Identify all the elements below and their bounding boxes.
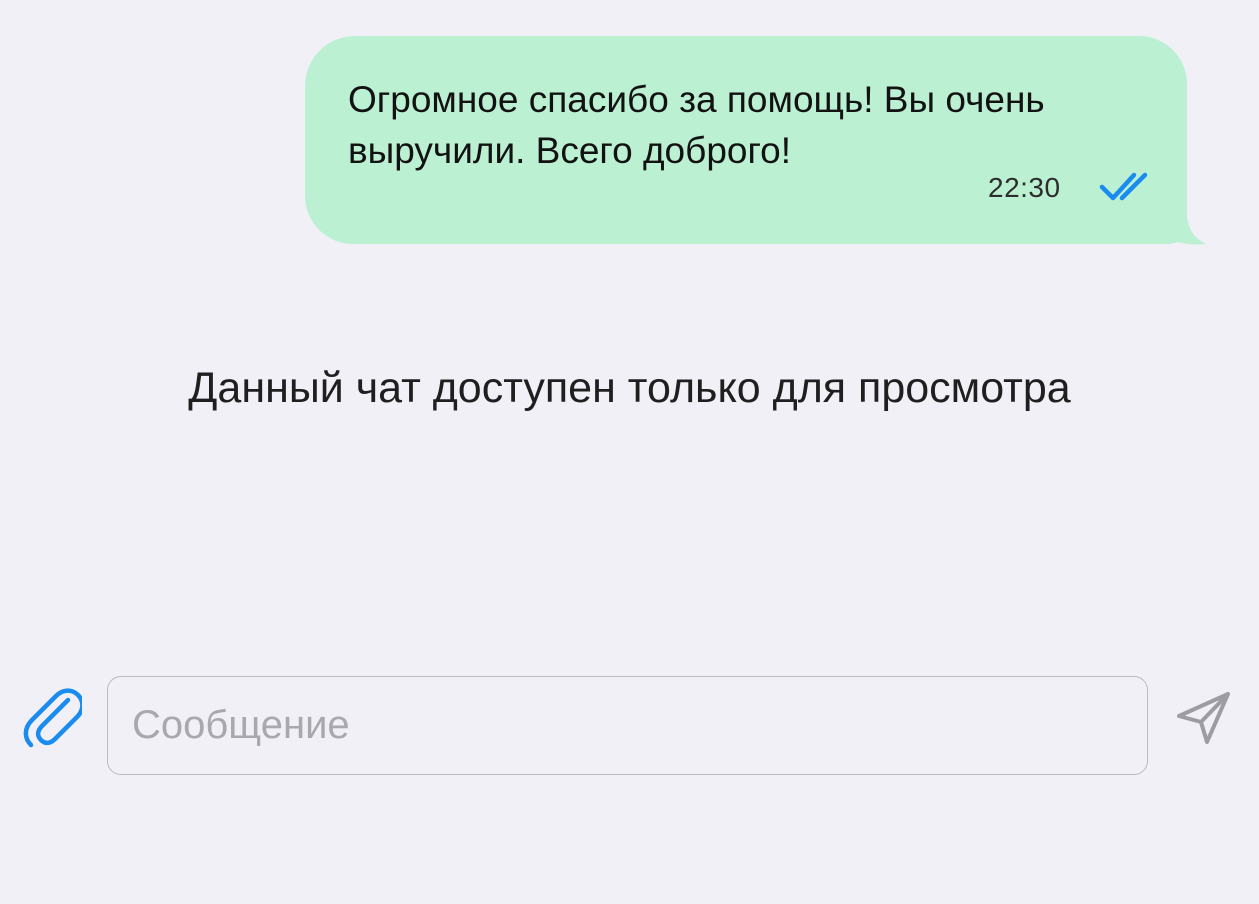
- send-icon[interactable]: [1174, 688, 1232, 746]
- message-input[interactable]: [107, 676, 1148, 775]
- double-check-icon: [1099, 172, 1148, 201]
- message-time: 22:30: [988, 172, 1061, 203]
- bubble-body: Огромное спасибо за помощь! Вы очень выр…: [305, 36, 1187, 244]
- readonly-notice: Данный чат доступен только для просмотра: [188, 364, 1071, 412]
- paperclip-icon[interactable]: [22, 686, 82, 750]
- message-text: Огромное спасибо за помощь! Вы очень выр…: [348, 79, 1045, 171]
